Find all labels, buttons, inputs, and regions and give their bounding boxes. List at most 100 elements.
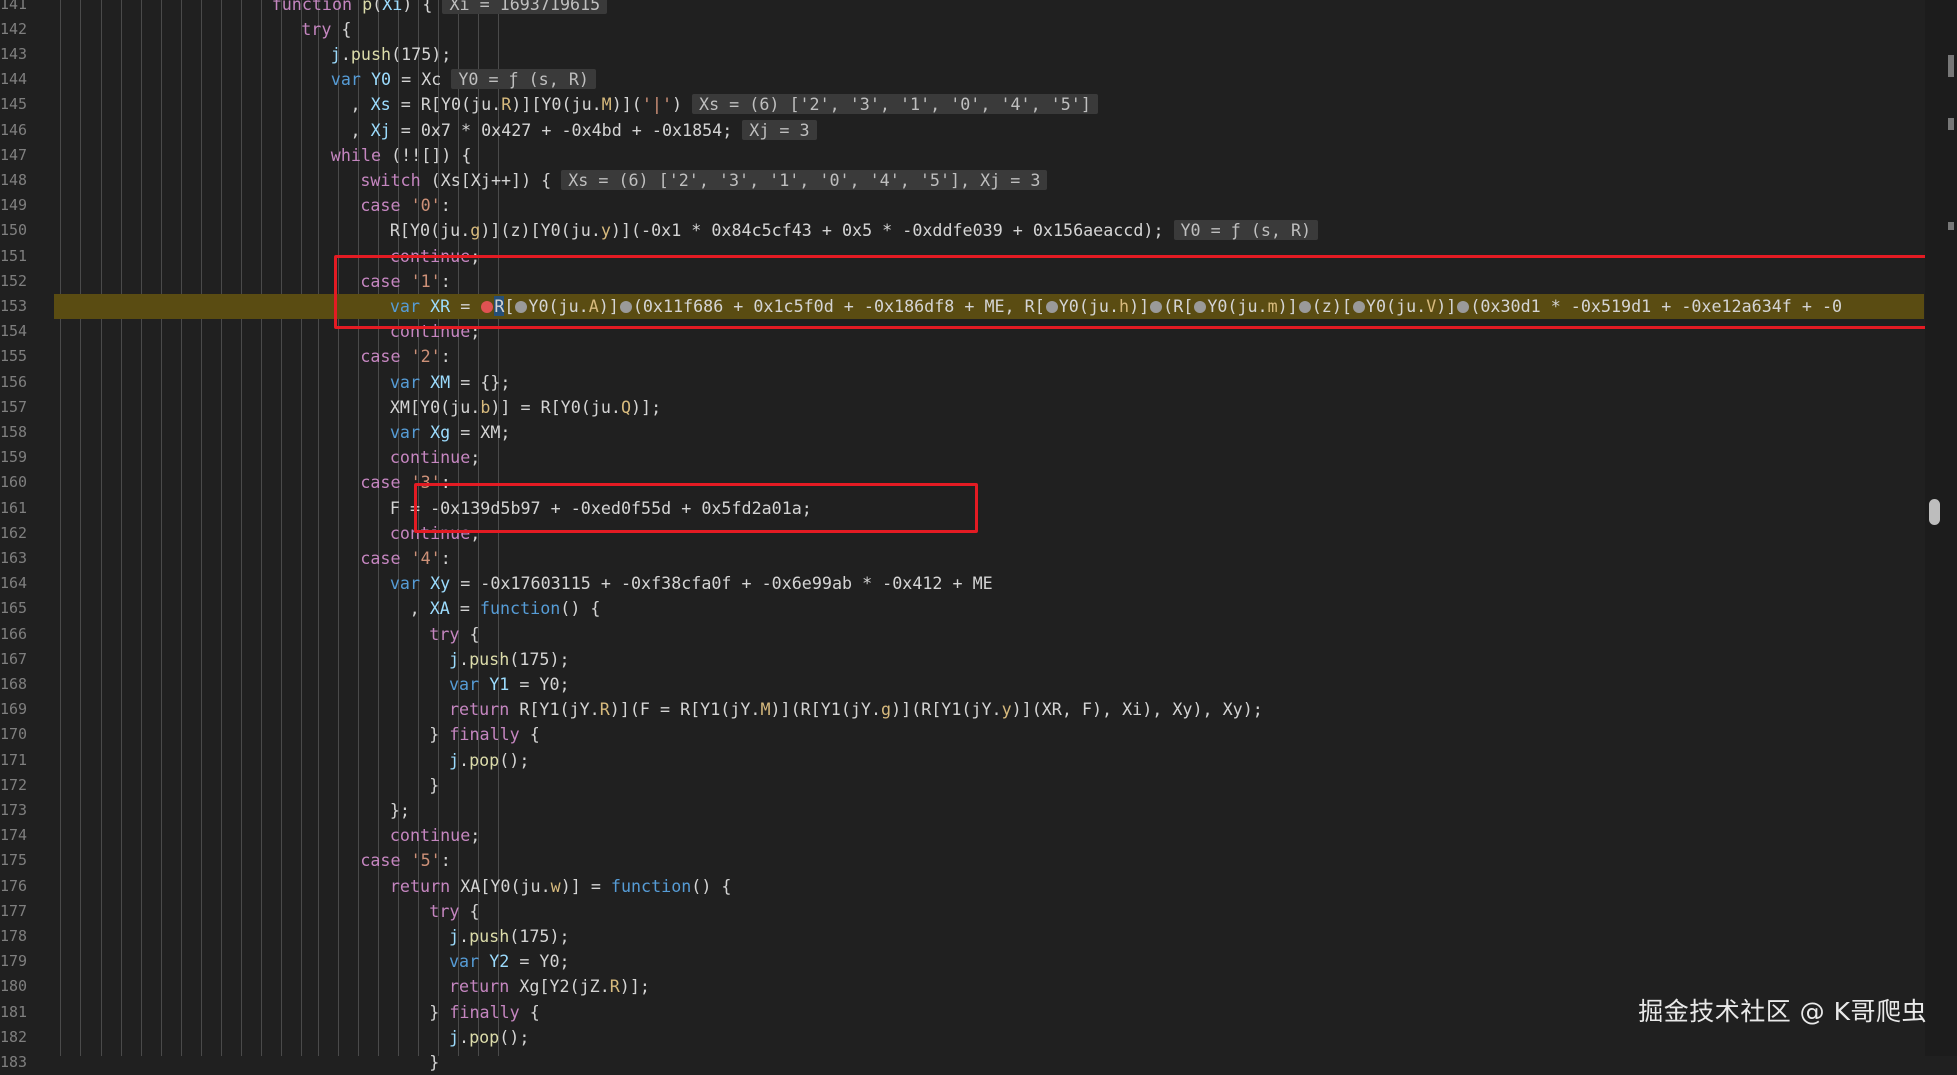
line-number[interactable]: 152 (0, 269, 27, 294)
line-number[interactable]: 167 (0, 647, 27, 672)
code-text[interactable]: j.push(175); (449, 924, 570, 949)
code-text[interactable]: } (429, 773, 439, 798)
vertical-scrollbar[interactable] (1925, 0, 1957, 1056)
code-text[interactable]: var Y1 = Y0; (449, 672, 570, 697)
line-number[interactable]: 177 (0, 899, 27, 924)
code-line: 163 case '4': (0, 546, 1925, 571)
line-number[interactable]: 158 (0, 420, 27, 445)
code-text[interactable]: , XA = function() { (410, 596, 601, 621)
code-token: var (389, 573, 431, 594)
line-number[interactable]: 153 (0, 294, 27, 319)
line-number[interactable]: 176 (0, 874, 27, 899)
code-text[interactable]: XM[Y0(ju.b)] = R[Y0(ju.Q)]; (390, 395, 661, 420)
line-number[interactable]: 156 (0, 370, 27, 395)
line-number[interactable]: 155 (0, 344, 27, 369)
line-number[interactable]: 179 (0, 949, 27, 974)
code-text[interactable]: var Y0 = Xc Y0 = ƒ (s, R) (331, 67, 596, 92)
line-number[interactable]: 166 (0, 622, 27, 647)
line-number[interactable]: 174 (0, 823, 27, 848)
line-number[interactable]: 146 (0, 118, 27, 143)
code-text[interactable]: continue; (390, 445, 480, 470)
line-number[interactable]: 151 (0, 244, 27, 269)
line-number[interactable]: 143 (0, 42, 27, 67)
line-number[interactable]: 149 (0, 193, 27, 218)
code-text[interactable]: case '5': (360, 848, 450, 873)
code-text[interactable]: }; (390, 798, 410, 823)
line-number[interactable]: 180 (0, 974, 27, 999)
code-token: )]; (619, 976, 650, 997)
line-number[interactable]: 164 (0, 571, 27, 596)
line-number[interactable]: 141 (0, 0, 27, 17)
code-line: 171 j.pop(); (0, 748, 1925, 773)
line-number[interactable]: 160 (0, 470, 27, 495)
code-text[interactable]: j.push(175); (449, 647, 570, 672)
line-number[interactable]: 182 (0, 1025, 27, 1050)
code-text[interactable]: try { (429, 622, 479, 647)
code-token: R (609, 976, 620, 997)
line-number[interactable]: 150 (0, 218, 27, 243)
code-token: (175); (509, 925, 570, 946)
code-line: 165 , XA = function() { (0, 596, 1925, 621)
code-text[interactable]: j.push(175); (331, 42, 452, 67)
code-text[interactable]: case '2': (360, 344, 450, 369)
line-number[interactable]: 159 (0, 445, 27, 470)
code-text[interactable]: case '0': (360, 193, 450, 218)
line-number[interactable]: 154 (0, 319, 27, 344)
code-text[interactable]: return Xg[Y2(jZ.R)]; (449, 974, 650, 999)
code-text[interactable]: j.pop(); (449, 748, 529, 773)
code-text[interactable]: continue; (390, 823, 480, 848)
line-number[interactable]: 173 (0, 798, 27, 823)
code-text[interactable]: try { (429, 899, 479, 924)
code-text[interactable]: return R[Y1(jY.R)](F = R[Y1(jY.M)](R[Y1(… (449, 697, 1263, 722)
line-number[interactable]: 144 (0, 67, 27, 92)
line-number[interactable]: 178 (0, 924, 27, 949)
code-line: 149 case '0': (0, 193, 1925, 218)
line-number[interactable]: 163 (0, 546, 27, 571)
code-token: : (440, 547, 451, 568)
code-text[interactable]: } finally { (429, 1000, 540, 1025)
code-token: } (429, 774, 440, 795)
code-token: j (449, 925, 460, 946)
code-text[interactable]: } (429, 1050, 439, 1075)
code-text[interactable]: case '4': (360, 546, 450, 571)
code-token: pop (469, 749, 500, 770)
code-text[interactable]: R[Y0(ju.g)](z)[Y0(ju.y)](-0x1 * 0x84c5cf… (390, 218, 1319, 243)
code-text[interactable]: while (!![]) { (331, 143, 472, 168)
line-number[interactable]: 162 (0, 521, 27, 546)
line-number[interactable]: 183 (0, 1050, 27, 1075)
code-text[interactable]: , Xj = 0x7 * 0x427 + -0x4bd + -0x1854; Xj… (351, 118, 817, 143)
line-number[interactable]: 157 (0, 395, 27, 420)
line-number[interactable]: 168 (0, 672, 27, 697)
line-number[interactable]: 175 (0, 848, 27, 873)
code-text[interactable]: return XA[Y0(ju.w)] = function() { (390, 874, 732, 899)
code-text[interactable]: var XM = {}; (390, 370, 511, 395)
line-number[interactable]: 161 (0, 496, 27, 521)
code-text[interactable]: switch (Xs[Xj++]) {Xs = (6) ['2', '3', '… (360, 168, 1048, 193)
line-number[interactable]: 145 (0, 92, 27, 117)
code-text[interactable]: , Xs = R[Y0(ju.R)][Y0(ju.M)]('|') Xs = (6… (351, 92, 1098, 117)
code-editor[interactable]: 141 function p(Xi) {Xi = 1693719615 142 try… (0, 0, 1957, 1072)
code-token: push (469, 648, 510, 669)
code-text[interactable]: try { (301, 17, 351, 42)
code-text[interactable]: } finally { (429, 722, 540, 747)
line-number[interactable]: 172 (0, 773, 27, 798)
code-text[interactable]: var Y2 = Y0; (449, 949, 570, 974)
code-line: 164 var Xy = -0x17603115 + -0xf38cfa0f + … (0, 571, 1925, 596)
scrollbar-thumb[interactable] (1929, 499, 1940, 525)
line-number[interactable]: 181 (0, 1000, 27, 1025)
line-number[interactable]: 165 (0, 596, 27, 621)
line-number[interactable]: 148 (0, 168, 27, 193)
code-text[interactable]: j.pop(); (449, 1025, 529, 1050)
line-number[interactable]: 170 (0, 722, 27, 747)
code-token: '5' (410, 850, 441, 871)
line-number[interactable]: 169 (0, 697, 27, 722)
line-number[interactable]: 171 (0, 748, 27, 773)
inline-value-hint: Xs = (6) ['2', '3', '1', '0', '4', '5'] (692, 94, 1098, 115)
code-text[interactable]: function p(Xi) {Xi = 1693719615 (272, 0, 608, 17)
code-text[interactable]: var Xy = -0x17603115 + -0xf38cfa0f + -0x… (390, 571, 993, 596)
code-token: j (449, 749, 460, 770)
line-number[interactable]: 147 (0, 143, 27, 168)
code-token: finally (449, 1001, 520, 1022)
code-text[interactable]: var Xg = XM; (390, 420, 511, 445)
line-number[interactable]: 142 (0, 17, 27, 42)
